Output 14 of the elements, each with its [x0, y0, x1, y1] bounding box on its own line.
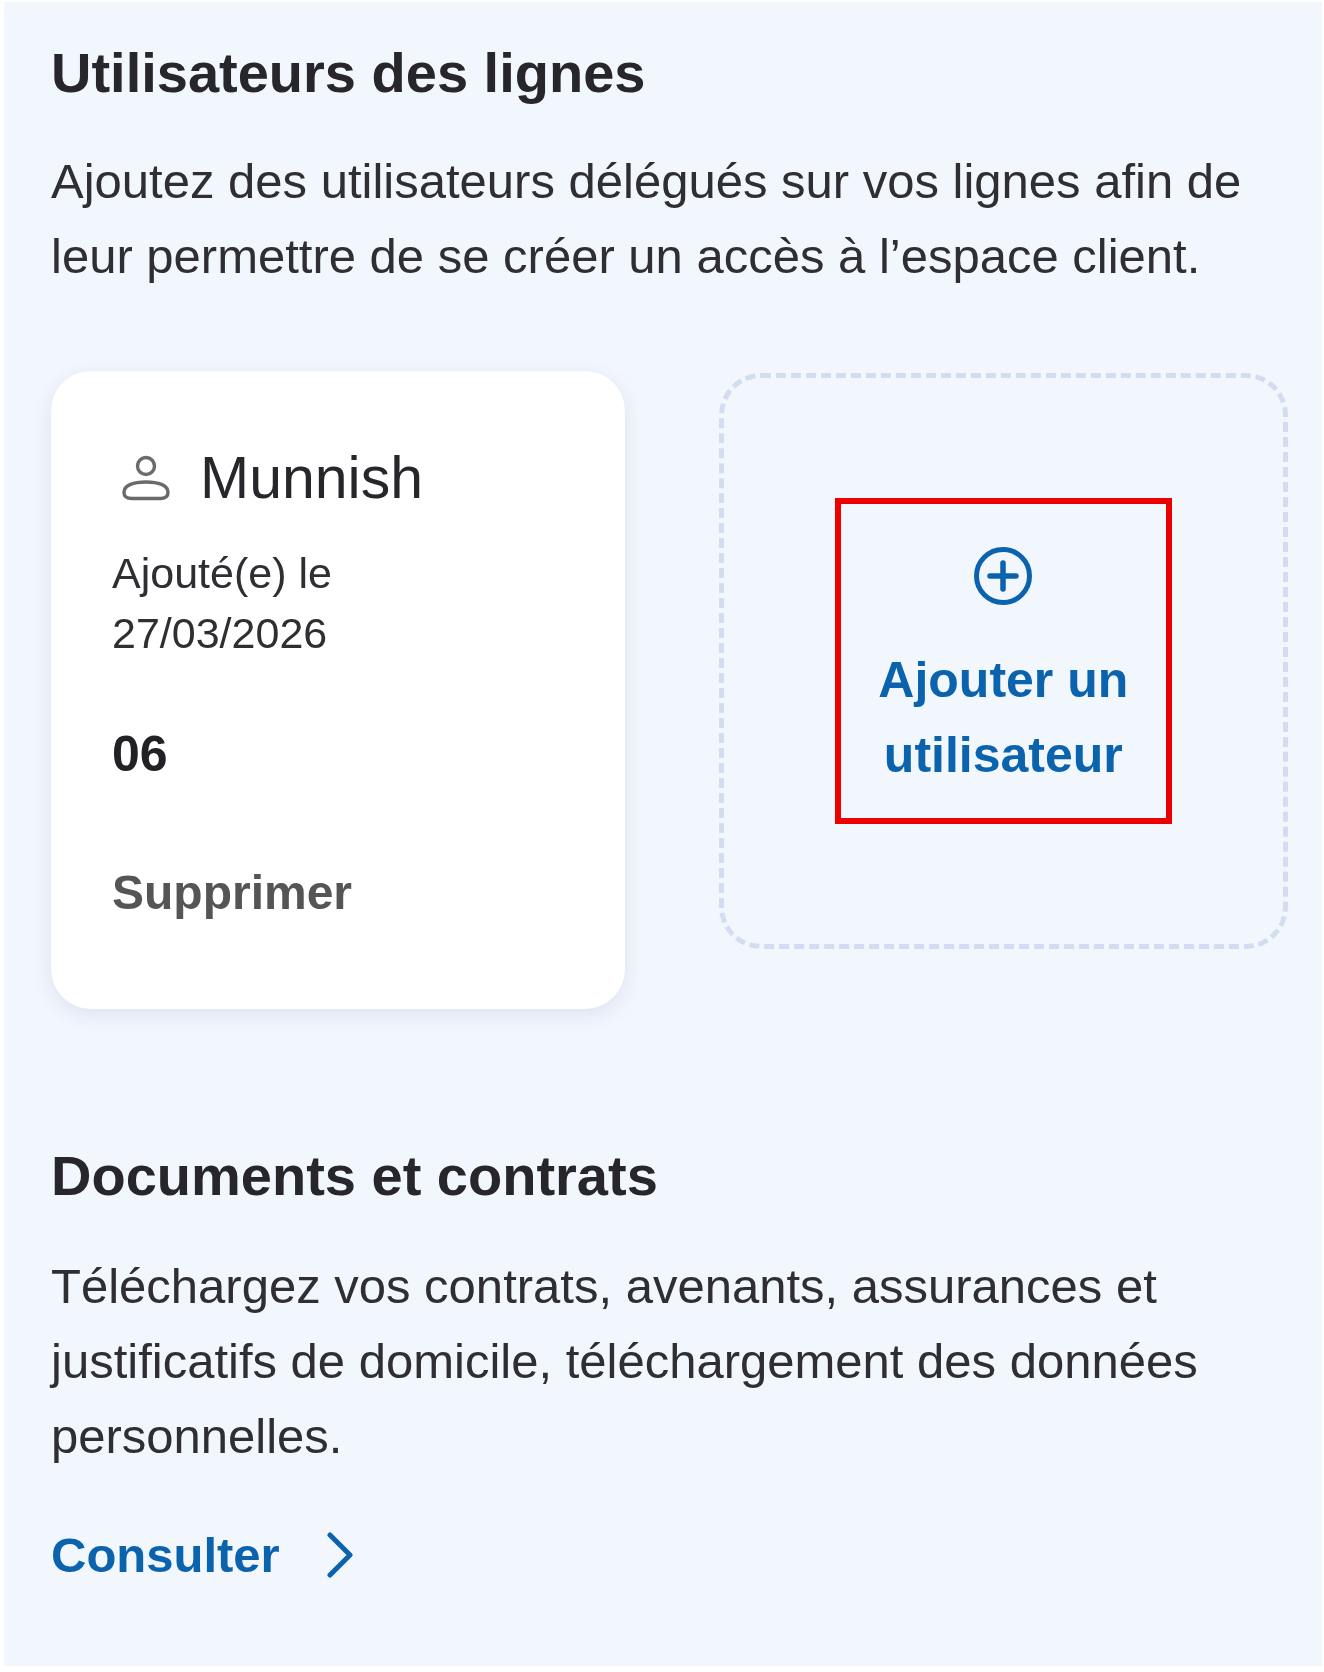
- chevron-right-icon: [325, 1532, 354, 1578]
- section-title: Documents et contrats: [51, 1145, 658, 1207]
- added-label: Ajouté(e) le: [112, 548, 332, 599]
- section-description: Ajoutez des utilisateurs délégués sur vos lignes afin de leur permettre de se créer un accès à l’espace client.: [51, 153, 1243, 285]
- add-user-button[interactable]: Ajouter un utilisateur: [834, 498, 1172, 824]
- person-icon: [120, 455, 172, 501]
- line-number: 06: [112, 729, 168, 779]
- section-description: Téléchargez vos contrats, avenants, assurances et justificatifs de domicile, téléchargement des données personnelles.: [51, 1258, 1199, 1465]
- section-title: Utilisateurs des lignes: [51, 42, 646, 104]
- consulter-link[interactable]: Consulter: [51, 1527, 354, 1583]
- added-date: 27/03/2026: [112, 608, 328, 659]
- add-circle-icon: [974, 547, 1033, 605]
- user-name: Munnish: [200, 447, 423, 509]
- delete-button[interactable]: Supprimer: [112, 865, 353, 921]
